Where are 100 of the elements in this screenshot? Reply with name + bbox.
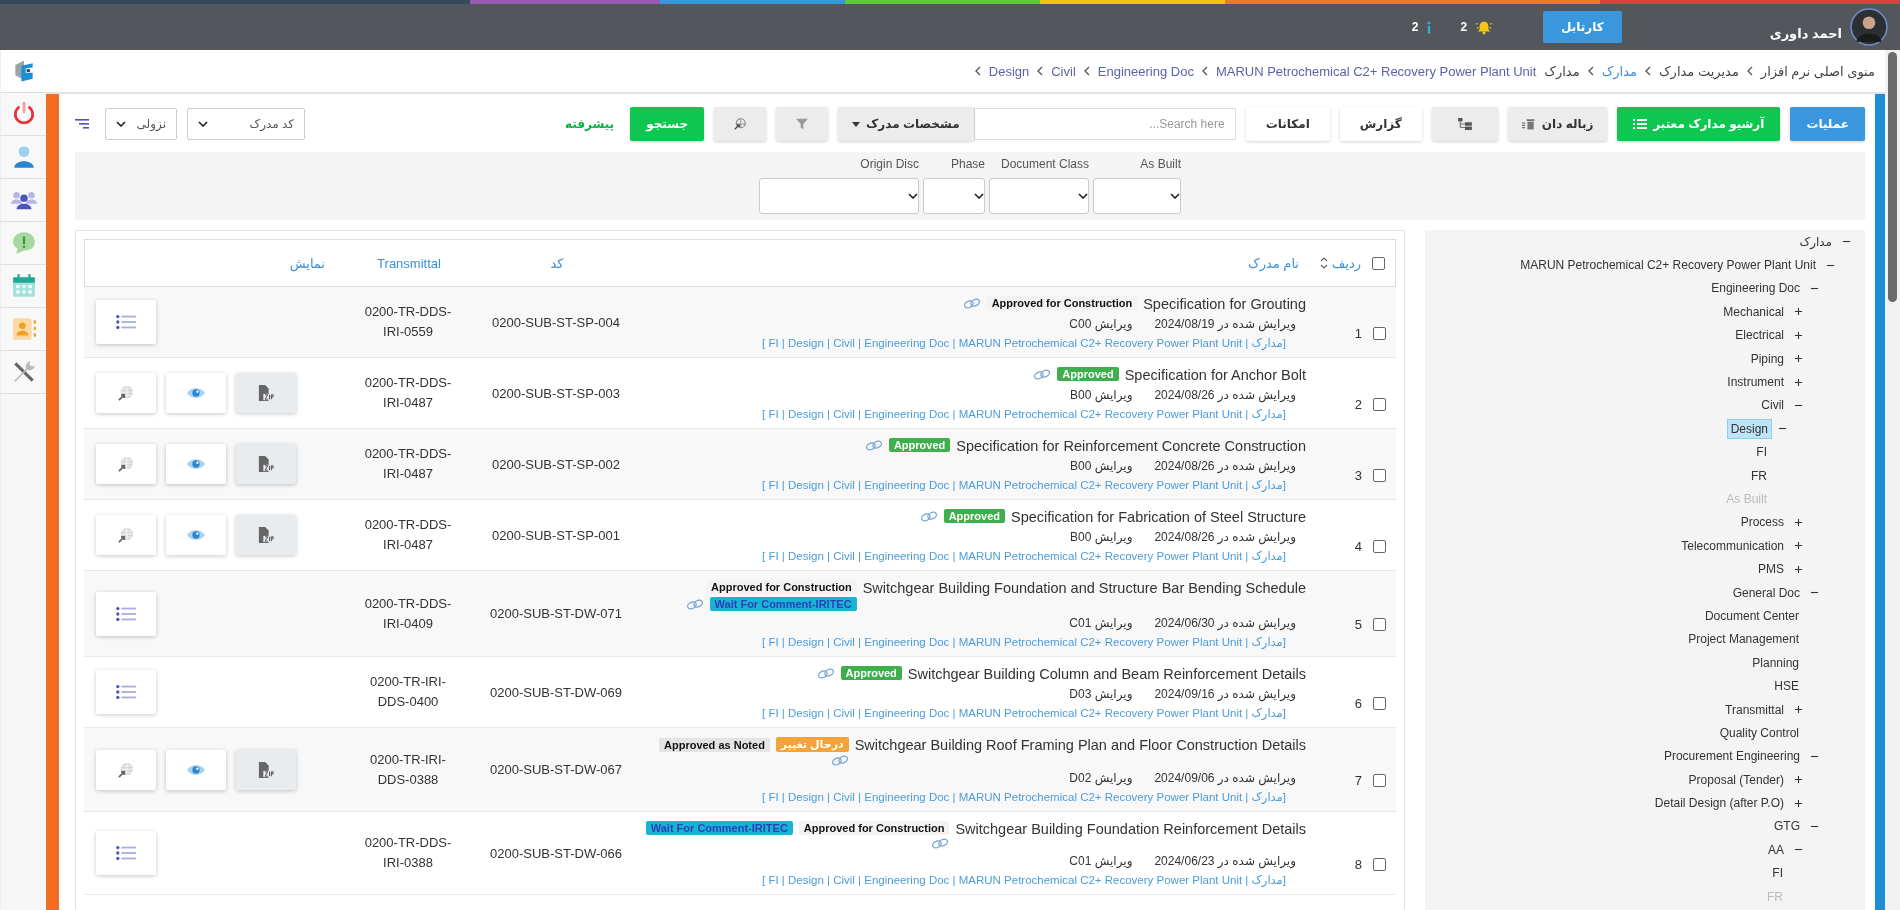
transmittal-number: 0200-TR-IRI-DDS-0400 bbox=[369, 673, 447, 711]
tree-item[interactable]: Document Center bbox=[1700, 605, 1803, 626]
document-title[interactable]: Switchgear Building Foundation Reinforcement Details bbox=[955, 821, 1306, 837]
tree-item[interactable]: مدارک bbox=[1795, 231, 1836, 252]
document-title[interactable]: Switchgear Building Column and Beam Reinforcement Details bbox=[907, 666, 1306, 682]
expand-icon[interactable] bbox=[1794, 330, 1803, 340]
edited-date: ویرایش شده در 2024/08/26 bbox=[1154, 459, 1296, 473]
eye-icon bbox=[186, 385, 206, 401]
column-header[interactable]: Transmittal bbox=[377, 255, 441, 271]
edited-date: ویرایش شده در 2024/06/23 bbox=[1154, 854, 1296, 868]
expand-icon[interactable] bbox=[1794, 541, 1803, 551]
tree-item[interactable]: HSE bbox=[1770, 676, 1803, 697]
breadcrumb-item[interactable]: مدارک bbox=[1544, 63, 1580, 79]
tree-item[interactable]: Design bbox=[1726, 418, 1772, 439]
tree-item[interactable]: Procurement Engineering bbox=[1659, 746, 1804, 767]
expand-icon[interactable] bbox=[1794, 307, 1803, 317]
column-header[interactable]: نمایش bbox=[289, 255, 325, 271]
document-title[interactable]: Specification for Reinforcement Concrete Construction bbox=[956, 438, 1306, 454]
calendar-icon[interactable] bbox=[10, 273, 37, 299]
sort-order-select[interactable]: نزولی bbox=[105, 108, 177, 140]
zip-download-button[interactable] bbox=[236, 749, 296, 790]
bell-icon[interactable] bbox=[1475, 19, 1494, 35]
tree-item[interactable]: Quality Control bbox=[1715, 722, 1803, 743]
tree-item[interactable]: Mechanical bbox=[1719, 301, 1788, 322]
column-header[interactable]: کد bbox=[550, 255, 564, 271]
link-icon[interactable] bbox=[931, 838, 950, 849]
tree-item[interactable]: AA bbox=[1764, 839, 1788, 860]
globe-arrow-icon bbox=[116, 761, 136, 778]
tree-item[interactable]: Instrument bbox=[1723, 372, 1788, 393]
document-title[interactable]: Switchgear Building Roof Framing Plan and Floor Construction Details bbox=[854, 737, 1306, 753]
breadcrumb-item[interactable]: Civil bbox=[1051, 63, 1076, 79]
breadcrumb-item[interactable]: Engineering Doc bbox=[1097, 63, 1194, 79]
row-checkbox[interactable] bbox=[1372, 326, 1386, 340]
expand-icon[interactable] bbox=[1794, 377, 1803, 387]
expand-icon[interactable] bbox=[1794, 798, 1803, 808]
alert-message-icon[interactable] bbox=[10, 230, 37, 256]
tree-item[interactable]: FR bbox=[1747, 465, 1771, 486]
link-icon[interactable] bbox=[816, 667, 835, 679]
column-header[interactable]: ردیف bbox=[1331, 255, 1361, 271]
features-button[interactable]: امکانات bbox=[1245, 107, 1330, 141]
row-checkbox[interactable] bbox=[1372, 468, 1386, 482]
document-title[interactable]: Switchgear Building Foundation and Structure Bar Bending Schedule bbox=[862, 580, 1306, 596]
tree-item[interactable]: Planning bbox=[1748, 652, 1803, 673]
select-all-checkbox[interactable] bbox=[1371, 256, 1385, 270]
sort-field-select[interactable]: کد مدرک bbox=[187, 108, 305, 140]
edited-date: ویرایش شده در 2024/08/19 bbox=[1154, 317, 1296, 331]
breadcrumb-item[interactable]: مدیریت مدارک bbox=[1658, 63, 1739, 79]
info-icon[interactable] bbox=[1426, 19, 1433, 35]
tree-item[interactable]: Civil bbox=[1757, 395, 1788, 416]
zip-download-button[interactable] bbox=[236, 444, 296, 484]
tree-item[interactable]: FI bbox=[1752, 442, 1771, 463]
row-checkbox[interactable] bbox=[1372, 774, 1386, 787]
zip-download-button[interactable] bbox=[236, 373, 296, 413]
row-checkbox[interactable] bbox=[1372, 618, 1386, 631]
tree-item[interactable]: Electrical bbox=[1731, 325, 1788, 346]
status-badge: Approved bbox=[943, 509, 1005, 523]
expand-icon[interactable] bbox=[1794, 354, 1803, 364]
report-button[interactable]: گزارش bbox=[1339, 107, 1422, 141]
breadcrumb-item[interactable]: Design bbox=[988, 63, 1030, 79]
tree-item[interactable]: General Doc bbox=[1728, 582, 1804, 603]
column-header[interactable]: نام مدرک bbox=[1248, 255, 1305, 271]
document-title[interactable]: Specification for Grouting bbox=[1143, 296, 1306, 312]
tree-item[interactable]: Engineering Doc bbox=[1707, 278, 1804, 299]
tree-item[interactable]: Telecommunication bbox=[1677, 535, 1788, 556]
tree-item[interactable]: Transmittal bbox=[1721, 699, 1788, 720]
tree-item[interactable]: FI bbox=[1768, 863, 1787, 884]
breadcrumb-item[interactable]: مدارک bbox=[1601, 63, 1637, 79]
tree-item[interactable]: GTG bbox=[1770, 816, 1804, 837]
trash-button[interactable]: زباله دان bbox=[1507, 107, 1608, 141]
expand-icon[interactable] bbox=[1794, 775, 1803, 785]
sort-icon[interactable] bbox=[1319, 257, 1328, 269]
link-icon[interactable] bbox=[919, 510, 938, 522]
zip-download-button[interactable] bbox=[236, 515, 296, 555]
tree-item[interactable]: Piping bbox=[1746, 348, 1788, 369]
tree-item[interactable]: Project Management bbox=[1684, 629, 1803, 650]
chevron-down-icon bbox=[908, 193, 918, 199]
scrollbar[interactable] bbox=[1885, 50, 1900, 910]
tree-item[interactable]: Proposal (Tender) bbox=[1684, 769, 1788, 790]
zip-file-icon bbox=[256, 761, 276, 778]
row-checkbox[interactable] bbox=[1372, 539, 1386, 553]
tree-view-button[interactable] bbox=[1431, 107, 1498, 141]
document-title[interactable]: Specification for Fabrication of Steel Structure bbox=[1011, 509, 1306, 525]
avatar[interactable] bbox=[1850, 8, 1888, 46]
tree-item[interactable]: MARUN Petrochemical C2+ Recovery Power Plant Unit bbox=[1516, 255, 1820, 276]
row-checkbox[interactable] bbox=[1372, 857, 1386, 871]
tree-item[interactable]: PMS bbox=[1754, 559, 1788, 580]
breadcrumb-item[interactable]: MARUN Petrochemical C2+ Recovery Power Plant Unit bbox=[1215, 63, 1537, 79]
tree-item[interactable]: Process bbox=[1736, 512, 1788, 533]
expand-icon[interactable] bbox=[1794, 564, 1803, 574]
tree-item[interactable]: Detail Design (after P.O) bbox=[1650, 793, 1788, 814]
row-checkbox[interactable] bbox=[1372, 397, 1386, 411]
expand-icon[interactable] bbox=[1794, 517, 1803, 527]
sort-icon[interactable] bbox=[75, 119, 89, 129]
document-title[interactable]: Specification for Anchor Bolt bbox=[1124, 367, 1306, 383]
expand-icon[interactable] bbox=[1794, 705, 1803, 714]
properties-dropdown[interactable]: مشخصات مدرک bbox=[838, 107, 974, 141]
breadcrumb-item[interactable]: منوی اصلی نرم افزار bbox=[1760, 63, 1875, 79]
row-checkbox[interactable] bbox=[1372, 696, 1386, 710]
link-icon[interactable] bbox=[1033, 368, 1052, 380]
search-field[interactable]: Search here... bbox=[973, 108, 1236, 140]
